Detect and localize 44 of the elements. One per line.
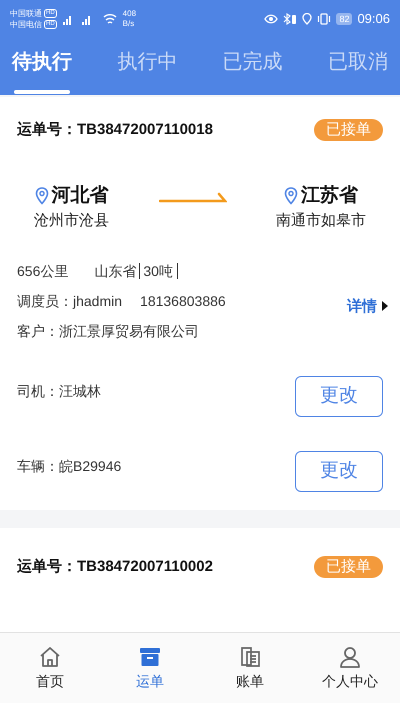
order-number: 运单号：TB38472007110002 (17, 556, 213, 576)
battery-level: 82 (336, 13, 352, 25)
distance: 656公里 (17, 262, 68, 280)
location-pin-icon (284, 186, 298, 205)
dispatcher: 调度员：jhadmin (17, 292, 122, 311)
home-icon (38, 644, 62, 668)
order-number: 运单号：TB38472007110018 (17, 120, 213, 140)
customer: 客户：浙江景厚贸易有限公司 (17, 322, 199, 338)
vehicle: 车辆：皖B29946 (17, 456, 122, 476)
eye-icon (264, 14, 278, 24)
change-button[interactable]: 更改 (295, 450, 383, 492)
nav-item[interactable]: 个人中心 (310, 644, 390, 692)
status-badge: 已接单 (314, 556, 383, 578)
bluetooth-icon (283, 13, 298, 25)
nav-item[interactable]: 账单 (210, 644, 290, 692)
location-pin-icon (34, 186, 48, 205)
vibrate-icon (317, 13, 332, 25)
tab[interactable]: 待执行 (12, 46, 72, 94)
details-link[interactable]: 详情 (347, 294, 389, 318)
weight: 30吨 (143, 263, 178, 279)
location-icon (302, 13, 312, 25)
driver: 司机：汪城林 (17, 382, 101, 400)
destination-province: 江苏省 (301, 184, 358, 208)
destination-city: 南通市如皋市 (276, 211, 366, 231)
origin-city: 沧州市沧县 (34, 211, 109, 231)
status-badge: 已接单 (314, 119, 383, 142)
phone-number: 18136803886 (140, 292, 226, 310)
nav-item[interactable]: 运单 (110, 644, 190, 692)
change-button[interactable]: 更改 (295, 376, 383, 416)
tab[interactable]: 执行中 (117, 46, 178, 94)
carrier-name: 中国电信 (10, 19, 42, 30)
clock: 09:06 (357, 10, 390, 28)
caret-icon (381, 300, 389, 312)
tab[interactable]: 已完成 (222, 46, 283, 94)
via-province: 山东省 (94, 263, 140, 279)
network-speed: 408 (122, 9, 136, 19)
carrier-name: 中国联通 (10, 8, 42, 19)
tab[interactable]: 已取消 (328, 46, 388, 94)
nav-item[interactable]: 首页 (10, 644, 90, 692)
speed-unit: B/s (122, 19, 136, 29)
document-icon (238, 644, 262, 668)
origin-province: 河北省 (52, 184, 108, 208)
wifi-icon (102, 13, 117, 25)
user-icon (338, 644, 362, 668)
